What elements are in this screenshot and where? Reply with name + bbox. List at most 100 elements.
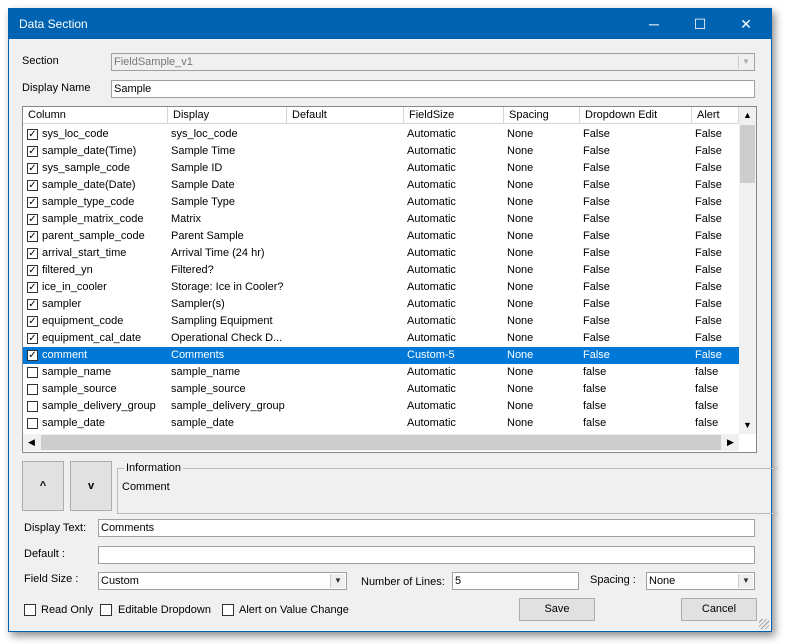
save-button[interactable]: Save bbox=[519, 598, 595, 621]
table-row[interactable]: ✓ sample_type_code Sample Type Automatic Non… bbox=[23, 194, 739, 211]
cell-alert: False bbox=[695, 179, 722, 191]
row-checkbox[interactable] bbox=[27, 384, 38, 395]
read-only-checkbox[interactable] bbox=[24, 604, 36, 616]
row-checkbox[interactable]: ✓ bbox=[27, 265, 38, 276]
cell-column: sample_name bbox=[42, 366, 112, 378]
table-row[interactable]: ✓ sampler Sampler(s) Automatic None False Fals… bbox=[23, 296, 739, 313]
move-up-button[interactable]: ^ bbox=[22, 461, 64, 511]
table-row[interactable]: ✓ equipment_cal_date Operational Check D..… bbox=[23, 330, 739, 347]
cell-alert: False bbox=[695, 213, 722, 225]
cell-dropdown-edit: false bbox=[583, 383, 607, 395]
row-checkbox[interactable]: ✓ bbox=[27, 231, 38, 242]
table-row[interactable]: ✓ comment Comments Custom-5 None False False bbox=[23, 347, 739, 364]
table-row[interactable]: ✓ sys_sample_code Sample ID Automatic None Fa… bbox=[23, 160, 739, 177]
cell-field-size: Automatic bbox=[407, 281, 456, 293]
row-checkbox[interactable]: ✓ bbox=[27, 299, 38, 310]
cell-field-size: Automatic bbox=[407, 332, 456, 344]
row-checkbox[interactable] bbox=[27, 418, 38, 429]
table-row[interactable]: ✓ ice_in_cooler Storage: Ice in Cooler? Aut… bbox=[23, 279, 739, 296]
minimize-button[interactable]: ─ bbox=[631, 9, 677, 39]
table-row[interactable]: ✓ parent_sample_code Parent Sample Automati… bbox=[23, 228, 739, 245]
row-checkbox[interactable]: ✓ bbox=[27, 333, 38, 344]
section-dropdown[interactable]: FieldSample_v1 ▼ bbox=[111, 53, 755, 71]
column-header-column[interactable]: Column bbox=[23, 107, 168, 124]
table-row[interactable]: sample_delivery_group sample_delivery_gro… bbox=[23, 398, 739, 415]
cell-alert: False bbox=[695, 332, 722, 344]
cell-alert: False bbox=[695, 298, 722, 310]
move-down-button[interactable]: v bbox=[70, 461, 112, 511]
table-row[interactable]: sample_name sample_name Automatic None false… bbox=[23, 364, 739, 381]
cell-display: sample_source bbox=[171, 383, 246, 395]
cancel-button[interactable]: Cancel bbox=[681, 598, 757, 621]
table-row[interactable]: ✓ sys_loc_code sys_loc_code Automatic None Fa… bbox=[23, 126, 739, 143]
cell-alert: False bbox=[695, 247, 722, 259]
row-checkbox[interactable]: ✓ bbox=[27, 180, 38, 191]
table-row[interactable]: ✓ sample_matrix_code Matrix Automatic None Fa… bbox=[23, 211, 739, 228]
table-row[interactable]: ✓ sample_date(Time) Sample Time Automatic No… bbox=[23, 143, 739, 160]
horizontal-scrollbar[interactable]: ◀ ▶ bbox=[23, 434, 739, 451]
scroll-up-icon[interactable]: ▲ bbox=[739, 107, 756, 124]
vertical-scrollbar[interactable]: ▲ ▼ bbox=[739, 107, 756, 434]
data-section-dialog: Data Section ─ ☐ ✕ Section FieldSample_v… bbox=[8, 8, 778, 632]
number-of-lines-input[interactable]: 5 bbox=[452, 572, 579, 590]
table-row[interactable]: ✓ equipment_code Sampling Equipment Automat… bbox=[23, 313, 739, 330]
chevron-down-icon: ▼ bbox=[738, 55, 753, 69]
close-button[interactable]: ✕ bbox=[723, 9, 769, 39]
cell-field-size: Automatic bbox=[407, 315, 456, 327]
cell-spacing: None bbox=[507, 298, 534, 310]
table-row[interactable]: ✓ filtered_yn Filtered? Automatic None False F… bbox=[23, 262, 739, 279]
information-label: Information bbox=[124, 462, 184, 474]
table-row[interactable]: ✓ arrival_start_time Arrival Time (24 hr) A… bbox=[23, 245, 739, 262]
row-checkbox[interactable]: ✓ bbox=[27, 129, 38, 140]
row-checkbox[interactable]: ✓ bbox=[27, 316, 38, 327]
cell-column: sample_matrix_code bbox=[42, 213, 144, 225]
cell-spacing: None bbox=[507, 349, 534, 361]
display-text-input[interactable]: Comments bbox=[98, 519, 755, 537]
table-row[interactable]: sample_source sample_source Automatic None f… bbox=[23, 381, 739, 398]
spacing-dropdown[interactable]: None ▼ bbox=[646, 572, 755, 590]
column-header-default[interactable]: Default bbox=[287, 107, 404, 124]
row-checkbox[interactable] bbox=[27, 401, 38, 412]
cell-dropdown-edit: False bbox=[583, 349, 610, 361]
cell-display: Sample Date bbox=[171, 179, 235, 191]
default-input[interactable] bbox=[98, 546, 755, 564]
cell-field-size: Automatic bbox=[407, 417, 456, 429]
cell-alert: False bbox=[695, 315, 722, 327]
table-row[interactable]: ✓ sample_date(Date) Sample Date Automatic No… bbox=[23, 177, 739, 194]
resize-grip-icon[interactable] bbox=[759, 619, 769, 629]
editable-dropdown-checkbox[interactable] bbox=[100, 604, 112, 616]
display-name-label: Display Name bbox=[22, 82, 91, 94]
cell-alert: False bbox=[695, 196, 722, 208]
table-row[interactable]: sample_date sample_date Automatic None false… bbox=[23, 415, 739, 432]
cell-column: sample_date bbox=[42, 417, 105, 429]
cell-column: arrival_start_time bbox=[42, 247, 127, 259]
vertical-scroll-thumb[interactable] bbox=[740, 125, 755, 183]
field-size-dropdown[interactable]: Custom ▼ bbox=[98, 572, 347, 590]
scroll-down-icon[interactable]: ▼ bbox=[739, 417, 756, 434]
cell-dropdown-edit: False bbox=[583, 332, 610, 344]
alert-on-change-checkbox[interactable] bbox=[222, 604, 234, 616]
scroll-left-icon[interactable]: ◀ bbox=[23, 434, 40, 451]
spacing-label: Spacing : bbox=[590, 574, 636, 586]
column-header-alert[interactable]: Alert bbox=[692, 107, 739, 124]
column-header-field-size[interactable]: FieldSize bbox=[404, 107, 504, 124]
maximize-button[interactable]: ☐ bbox=[677, 9, 723, 39]
column-header-dropdown-edit[interactable]: Dropdown Edit bbox=[580, 107, 692, 124]
column-header-spacing[interactable]: Spacing bbox=[504, 107, 580, 124]
row-checkbox[interactable]: ✓ bbox=[27, 282, 38, 293]
row-checkbox[interactable] bbox=[27, 367, 38, 378]
row-checkbox[interactable]: ✓ bbox=[27, 163, 38, 174]
cell-spacing: None bbox=[507, 230, 534, 242]
row-checkbox[interactable]: ✓ bbox=[27, 197, 38, 208]
display-name-input[interactable]: Sample bbox=[111, 80, 755, 98]
row-checkbox[interactable]: ✓ bbox=[27, 248, 38, 259]
cell-spacing: None bbox=[507, 417, 534, 429]
row-checkbox[interactable]: ✓ bbox=[27, 214, 38, 225]
scroll-right-icon[interactable]: ▶ bbox=[722, 434, 739, 451]
cell-field-size: Automatic bbox=[407, 128, 456, 140]
horizontal-scroll-thumb[interactable] bbox=[41, 435, 721, 450]
row-checkbox[interactable]: ✓ bbox=[27, 146, 38, 157]
cell-display: sample_date bbox=[171, 417, 234, 429]
column-header-display[interactable]: Display bbox=[168, 107, 287, 124]
row-checkbox[interactable]: ✓ bbox=[27, 350, 38, 361]
